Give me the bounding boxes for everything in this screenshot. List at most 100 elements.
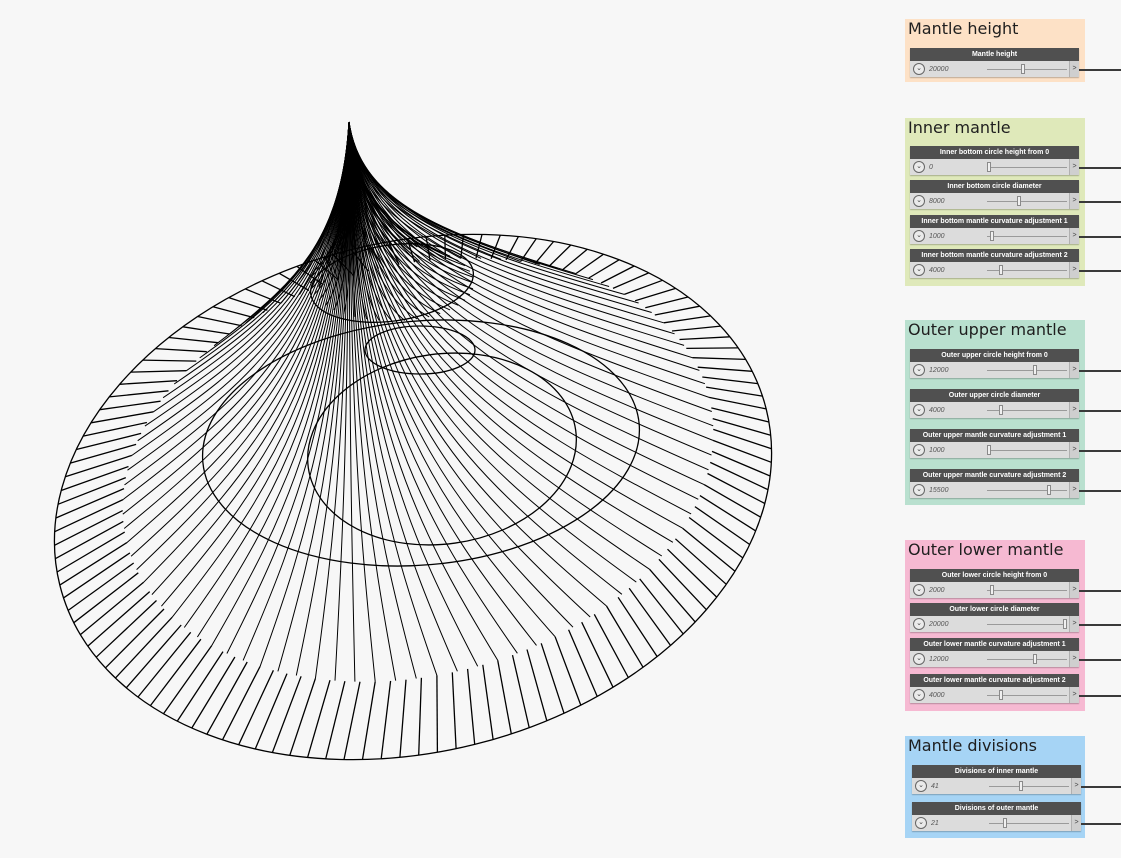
apex-curve bbox=[348, 121, 663, 557]
slider-track[interactable] bbox=[989, 786, 1069, 787]
slider-track[interactable] bbox=[987, 167, 1067, 168]
output-port-icon[interactable]: > bbox=[1069, 159, 1079, 175]
chevron-down-icon[interactable]: ⌄ bbox=[913, 364, 925, 376]
slider-value[interactable]: 1000 bbox=[929, 233, 945, 240]
chevron-down-icon[interactable]: ⌄ bbox=[913, 689, 925, 701]
slider-value[interactable]: 21 bbox=[931, 820, 939, 827]
number-slider-node[interactable]: Inner bottom circle diameter ⌄ 8000 > bbox=[910, 180, 1079, 209]
number-slider-node[interactable]: Inner bottom mantle curvature adjustment… bbox=[910, 215, 1079, 244]
slider-track[interactable] bbox=[987, 201, 1067, 202]
chevron-down-icon[interactable]: ⌄ bbox=[913, 230, 925, 242]
slider-value[interactable]: 4000 bbox=[929, 267, 945, 274]
rim-line bbox=[65, 454, 133, 478]
slider-thumb[interactable] bbox=[1019, 781, 1023, 791]
output-port-icon[interactable]: > bbox=[1069, 616, 1079, 632]
slider-value[interactable]: 20000 bbox=[929, 621, 948, 628]
number-slider-node[interactable]: Outer upper mantle curvature adjustment … bbox=[910, 429, 1079, 458]
slider-track[interactable] bbox=[987, 236, 1067, 237]
output-port-icon[interactable]: > bbox=[1069, 651, 1079, 667]
slider-track[interactable] bbox=[987, 490, 1067, 491]
number-slider-node[interactable]: Outer upper mantle curvature adjustment … bbox=[910, 469, 1079, 498]
group-mantle-divisions: Mantle divisions Divisions of inner mantl… bbox=[905, 736, 1121, 838]
chevron-down-icon[interactable]: ⌄ bbox=[913, 484, 925, 496]
apex-curve bbox=[348, 121, 652, 313]
chevron-down-icon[interactable]: ⌄ bbox=[913, 63, 925, 75]
number-slider-node[interactable]: Divisions of inner mantle ⌄ 41 > bbox=[912, 765, 1081, 794]
slider-value[interactable]: 20000 bbox=[929, 66, 948, 73]
slider-thumb[interactable] bbox=[1003, 818, 1007, 828]
number-slider-node[interactable]: Inner bottom mantle curvature adjustment… bbox=[910, 249, 1079, 278]
node-header: Outer upper circle height from 0 bbox=[910, 349, 1079, 362]
slider-thumb[interactable] bbox=[1017, 196, 1021, 206]
rim-line bbox=[79, 581, 145, 636]
output-port-icon[interactable]: > bbox=[1069, 61, 1079, 77]
output-port-icon[interactable]: > bbox=[1069, 482, 1079, 498]
slider-value[interactable]: 41 bbox=[931, 783, 939, 790]
number-slider-node[interactable]: Outer lower circle diameter ⌄ 20000 > bbox=[910, 603, 1079, 632]
slider-thumb[interactable] bbox=[1063, 619, 1068, 629]
chevron-down-icon[interactable]: ⌄ bbox=[913, 264, 925, 276]
chevron-down-icon[interactable]: ⌄ bbox=[913, 404, 925, 416]
output-port-icon[interactable]: > bbox=[1069, 362, 1079, 378]
chevron-down-icon[interactable]: ⌄ bbox=[913, 584, 925, 596]
slider-value[interactable]: 12000 bbox=[929, 656, 948, 663]
slider-value[interactable]: 4000 bbox=[929, 692, 945, 699]
slider-value[interactable]: 0 bbox=[929, 164, 933, 171]
slider-thumb[interactable] bbox=[989, 585, 994, 595]
slider-thumb[interactable] bbox=[998, 405, 1003, 415]
output-port-icon[interactable]: > bbox=[1071, 815, 1081, 831]
number-slider-node[interactable]: Outer lower mantle curvature adjustment … bbox=[910, 638, 1079, 667]
slider-track[interactable] bbox=[987, 590, 1067, 591]
rim-line bbox=[707, 472, 766, 505]
number-slider-node[interactable]: Outer upper circle height from 0 ⌄ 12000 > bbox=[910, 349, 1079, 378]
number-slider-node[interactable]: Divisions of outer mantle ⌄ 21 > bbox=[912, 802, 1081, 831]
slider-thumb[interactable] bbox=[998, 265, 1003, 275]
slider-thumb[interactable] bbox=[1021, 64, 1025, 74]
chevron-down-icon[interactable]: ⌄ bbox=[915, 817, 927, 829]
output-port-icon[interactable]: > bbox=[1069, 402, 1079, 418]
output-port-icon[interactable]: > bbox=[1069, 193, 1079, 209]
node-header: Divisions of outer mantle bbox=[912, 802, 1081, 815]
number-slider-node[interactable]: Mantle height ⌄ 20000 > bbox=[910, 48, 1079, 77]
3d-viewport[interactable] bbox=[0, 0, 900, 858]
chevron-down-icon[interactable]: ⌄ bbox=[915, 780, 927, 792]
slider-track[interactable] bbox=[987, 624, 1067, 625]
chevron-down-icon[interactable]: ⌄ bbox=[913, 195, 925, 207]
slider-value[interactable]: 2000 bbox=[929, 587, 945, 594]
output-port-icon[interactable]: > bbox=[1071, 778, 1081, 794]
number-slider-node[interactable]: Outer upper circle diameter ⌄ 4000 > bbox=[910, 389, 1079, 418]
chevron-down-icon[interactable]: ⌄ bbox=[913, 161, 925, 173]
rim-line bbox=[554, 636, 582, 706]
slider-value[interactable]: 4000 bbox=[929, 407, 945, 414]
slider-thumb[interactable] bbox=[986, 162, 991, 172]
output-port-icon[interactable]: > bbox=[1069, 442, 1079, 458]
slider-thumb[interactable] bbox=[998, 690, 1003, 700]
slider-thumb[interactable] bbox=[1033, 365, 1037, 375]
slider-thumb[interactable] bbox=[1033, 654, 1037, 664]
number-slider-node[interactable]: Outer lower mantle curvature adjustment … bbox=[910, 674, 1079, 703]
chevron-down-icon[interactable]: ⌄ bbox=[913, 653, 925, 665]
slider-track[interactable] bbox=[987, 370, 1067, 371]
slider-value[interactable]: 12000 bbox=[929, 367, 948, 374]
number-slider-node[interactable]: Inner bottom circle height from 0 ⌄ 0 > bbox=[910, 146, 1079, 175]
slider-track[interactable] bbox=[989, 823, 1069, 824]
slider-thumb[interactable] bbox=[989, 231, 994, 241]
node-header: Outer lower mantle curvature adjustment … bbox=[910, 638, 1079, 651]
rim-line bbox=[708, 396, 767, 410]
slider-track[interactable] bbox=[987, 450, 1067, 451]
slider-thumb[interactable] bbox=[1047, 485, 1052, 495]
slider-track[interactable] bbox=[987, 69, 1067, 70]
slider-value[interactable]: 1000 bbox=[929, 447, 945, 454]
slider-track[interactable] bbox=[987, 659, 1067, 660]
number-slider-node[interactable]: Outer lower circle height from 0 ⌄ 2000 > bbox=[910, 569, 1079, 598]
output-port-icon[interactable]: > bbox=[1069, 687, 1079, 703]
output-port-icon[interactable]: > bbox=[1069, 228, 1079, 244]
slider-value[interactable]: 15500 bbox=[929, 487, 948, 494]
slider-thumb[interactable] bbox=[986, 445, 991, 455]
chevron-down-icon[interactable]: ⌄ bbox=[913, 618, 925, 630]
connector-wire bbox=[1079, 236, 1121, 238]
output-port-icon[interactable]: > bbox=[1069, 582, 1079, 598]
output-port-icon[interactable]: > bbox=[1069, 262, 1079, 278]
chevron-down-icon[interactable]: ⌄ bbox=[913, 444, 925, 456]
slider-value[interactable]: 8000 bbox=[929, 198, 945, 205]
